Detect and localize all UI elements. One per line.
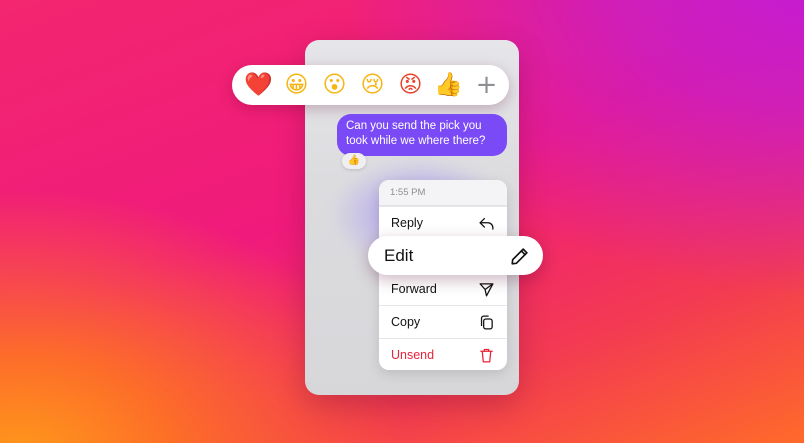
- send-icon: [479, 282, 494, 297]
- reaction-bar: ❤️ 😀 😮 😢 😡 👍 +: [232, 65, 509, 105]
- reply-menu-item[interactable]: Reply: [379, 206, 507, 239]
- message-bubble[interactable]: Can you send the pick you took while we …: [337, 114, 507, 156]
- copy-label: Copy: [391, 315, 421, 329]
- reply-label: Reply: [391, 216, 423, 230]
- unsend-label: Unsend: [391, 348, 435, 362]
- copy-menu-item[interactable]: Copy: [379, 305, 507, 338]
- thumbs-up-emoji: 👍: [347, 155, 361, 166]
- pencil-icon: [511, 247, 528, 265]
- message-context-menu: 1:55 PM Reply Forward Copy Unsend: [379, 180, 507, 370]
- copy-icon: [480, 314, 493, 330]
- background-gradient: ❤️ 😀 😮 😢 😡 👍 + Can you send the pick you…: [0, 0, 804, 443]
- crying-face-emoji[interactable]: 😢: [358, 71, 387, 99]
- message-timestamp: 1:55 PM: [379, 180, 507, 206]
- thumbs-up-emoji[interactable]: 👍: [434, 71, 463, 99]
- angry-face-emoji[interactable]: 😡: [396, 71, 425, 99]
- edit-label: Edit: [384, 245, 414, 265]
- forward-menu-item[interactable]: Forward: [379, 272, 507, 305]
- grinning-face-emoji[interactable]: 😀: [282, 71, 311, 99]
- forward-label: Forward: [391, 282, 437, 296]
- unsend-menu-item[interactable]: Unsend: [379, 338, 507, 370]
- reply-arrow-icon: [479, 217, 494, 230]
- plus-icon[interactable]: +: [472, 71, 501, 99]
- message-text: Can you send the pick you took while we …: [346, 120, 486, 147]
- red-heart-emoji[interactable]: ❤️: [244, 71, 273, 99]
- message-reaction-badge[interactable]: 👍: [342, 153, 366, 169]
- trash-icon: [480, 348, 493, 363]
- edit-menu-item[interactable]: Edit: [368, 236, 543, 275]
- surprised-face-emoji[interactable]: 😮: [320, 71, 349, 99]
